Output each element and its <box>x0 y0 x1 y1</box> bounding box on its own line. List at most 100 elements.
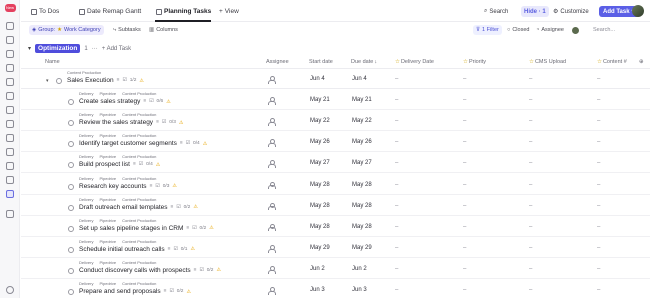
invite-icon[interactable] <box>6 286 14 294</box>
columns-button[interactable]: ▥ Columns <box>149 25 178 35</box>
breadcrumb-item[interactable]: Pipedrive <box>99 239 116 244</box>
breadcrumb-item[interactable]: Delivery <box>79 260 93 265</box>
status-circle-icon[interactable] <box>68 141 74 148</box>
breadcrumb-item[interactable]: Content Production <box>122 133 156 138</box>
breadcrumb-item[interactable]: Content Production <box>122 260 156 265</box>
pulse-icon[interactable] <box>6 134 14 142</box>
avatar[interactable] <box>632 5 644 17</box>
breadcrumb-item[interactable]: Delivery <box>79 176 93 181</box>
whiteboards-icon[interactable] <box>6 78 14 86</box>
table-row[interactable]: Delivery Pipedrive Content Production Set u… <box>21 216 650 237</box>
priority-cell[interactable]: – <box>463 139 466 145</box>
delivery-date-cell[interactable]: – <box>395 97 398 103</box>
breadcrumb-item[interactable]: Delivery <box>79 112 93 117</box>
start-date-cell[interactable]: May 28 <box>310 182 330 188</box>
cms-upload-cell[interactable]: – <box>529 160 532 166</box>
content-cell[interactable]: – <box>597 266 600 272</box>
group-name-pill[interactable]: Optimization <box>35 44 81 53</box>
due-date-cell[interactable]: May 29 <box>352 245 372 251</box>
cms-upload-cell[interactable]: – <box>529 266 532 272</box>
start-date-cell[interactable]: Jun 2 <box>310 266 325 272</box>
start-date-cell[interactable]: May 28 <box>310 203 330 209</box>
table-row[interactable]: Delivery Pipedrive Content Production Prepa… <box>21 279 650 298</box>
breadcrumb-item[interactable]: Pipedrive <box>99 260 116 265</box>
start-date-cell[interactable]: Jun 4 <box>310 76 325 82</box>
home-icon[interactable] <box>6 22 14 30</box>
column-cms-upload[interactable]: ☆ CMS Upload <box>529 59 566 65</box>
table-row[interactable]: Delivery Pipedrive Content Production Creat… <box>21 89 650 111</box>
clips-icon[interactable] <box>6 92 14 100</box>
task-name[interactable]: Conduct discovery calls with prospects ≡ ☑… <box>79 267 221 274</box>
status-circle-icon[interactable] <box>68 162 74 169</box>
priority-cell[interactable]: – <box>463 118 466 124</box>
priority-cell[interactable]: – <box>463 203 466 209</box>
breadcrumb-item[interactable]: Content Production <box>122 91 156 96</box>
due-date-cell[interactable]: May 26 <box>352 139 372 145</box>
timesheets-icon[interactable] <box>6 106 14 114</box>
status-circle-icon[interactable] <box>68 99 74 106</box>
cms-upload-cell[interactable]: – <box>529 118 532 124</box>
assignee-icon[interactable] <box>268 181 276 190</box>
assignee-icon[interactable] <box>268 265 276 274</box>
dashboards-icon[interactable] <box>6 64 14 72</box>
assignee-icon[interactable] <box>268 139 276 148</box>
breadcrumb-item[interactable]: Delivery <box>79 91 93 96</box>
column-content[interactable]: ☆ Content # <box>597 59 627 65</box>
priority-cell[interactable]: – <box>463 160 466 166</box>
breadcrumb-item[interactable]: Content Production <box>122 197 156 202</box>
content-cell[interactable]: – <box>597 287 600 293</box>
cms-upload-cell[interactable]: – <box>529 224 532 230</box>
tab-date-remap-gantt[interactable]: Date Remap Gantt <box>79 5 141 18</box>
start-date-cell[interactable]: May 29 <box>310 245 330 251</box>
content-cell[interactable]: – <box>597 182 600 188</box>
cms-upload-cell[interactable]: – <box>529 182 532 188</box>
spaces-icon[interactable] <box>6 190 14 198</box>
content-cell[interactable]: – <box>597 224 600 230</box>
delivery-date-cell[interactable]: – <box>395 160 398 166</box>
breadcrumb-item[interactable]: Content Production <box>122 176 156 181</box>
breadcrumb-item[interactable]: Delivery <box>79 218 93 223</box>
start-date-cell[interactable]: Jun 3 <box>310 287 325 293</box>
delivery-date-cell[interactable]: – <box>395 182 398 188</box>
content-cell[interactable]: – <box>597 97 600 103</box>
status-circle-icon[interactable] <box>68 225 74 232</box>
assignee-icon[interactable] <box>268 287 276 295</box>
avatar[interactable] <box>572 25 579 35</box>
more-icon[interactable] <box>6 162 14 170</box>
column-delivery-date[interactable]: ☆ Delivery Date <box>395 59 434 65</box>
delivery-date-cell[interactable]: – <box>395 245 398 251</box>
table-row[interactable]: Delivery Pipedrive Content Production Condu… <box>21 258 650 279</box>
goals-icon[interactable] <box>6 120 14 128</box>
due-date-cell[interactable]: May 27 <box>352 160 372 166</box>
delivery-date-cell[interactable]: – <box>395 203 398 209</box>
new-badge[interactable]: New <box>5 4 16 12</box>
breadcrumb-item[interactable]: Delivery <box>79 197 93 202</box>
delivery-date-cell[interactable]: – <box>395 118 398 124</box>
delivery-date-cell[interactable]: – <box>395 76 398 82</box>
new-space-icon[interactable] <box>6 210 14 218</box>
breadcrumb-item[interactable]: Content Production <box>122 218 156 223</box>
search-input[interactable]: Search... <box>593 25 647 35</box>
table-row[interactable]: Delivery Pipedrive Content Production Build… <box>21 152 650 174</box>
assignee-icon[interactable] <box>268 244 276 253</box>
tab-to-dos[interactable]: To Dos <box>31 5 59 18</box>
column-assignee[interactable]: Assignee <box>266 59 289 65</box>
table-row[interactable]: ▾ Content Production Sales Execution ≡ ☑ 1/2 ⚠… <box>21 68 650 89</box>
content-cell[interactable]: – <box>597 160 600 166</box>
collapse-caret-icon[interactable]: ▾ <box>28 45 31 52</box>
customize-button[interactable]: ⚙ Customize <box>553 6 589 17</box>
breadcrumb-item[interactable]: Delivery <box>79 239 93 244</box>
add-column-button[interactable]: ⊕ <box>639 59 644 65</box>
task-name[interactable]: Build prospect list ≡ ☑ 0/4 ⚠ <box>79 161 160 168</box>
breadcrumb-item[interactable]: Content Production <box>122 239 156 244</box>
status-circle-icon[interactable] <box>68 183 74 190</box>
group-by-button[interactable]: ◈ Group: ★ Work Category <box>29 25 104 35</box>
breadcrumb-item[interactable]: Content Production <box>67 70 101 75</box>
content-cell[interactable]: – <box>597 203 600 209</box>
task-name[interactable]: Identify target customer segments ≡ ☑ 0/4 ⚠ <box>79 140 207 147</box>
column-start-date[interactable]: Start date <box>309 59 333 65</box>
task-name[interactable]: Set up sales pipeline stages in CRM ≡ ☑ 0/2… <box>79 225 214 232</box>
breadcrumb-item[interactable]: Pipedrive <box>99 154 116 159</box>
priority-cell[interactable]: – <box>463 97 466 103</box>
docs-icon[interactable] <box>6 50 14 58</box>
